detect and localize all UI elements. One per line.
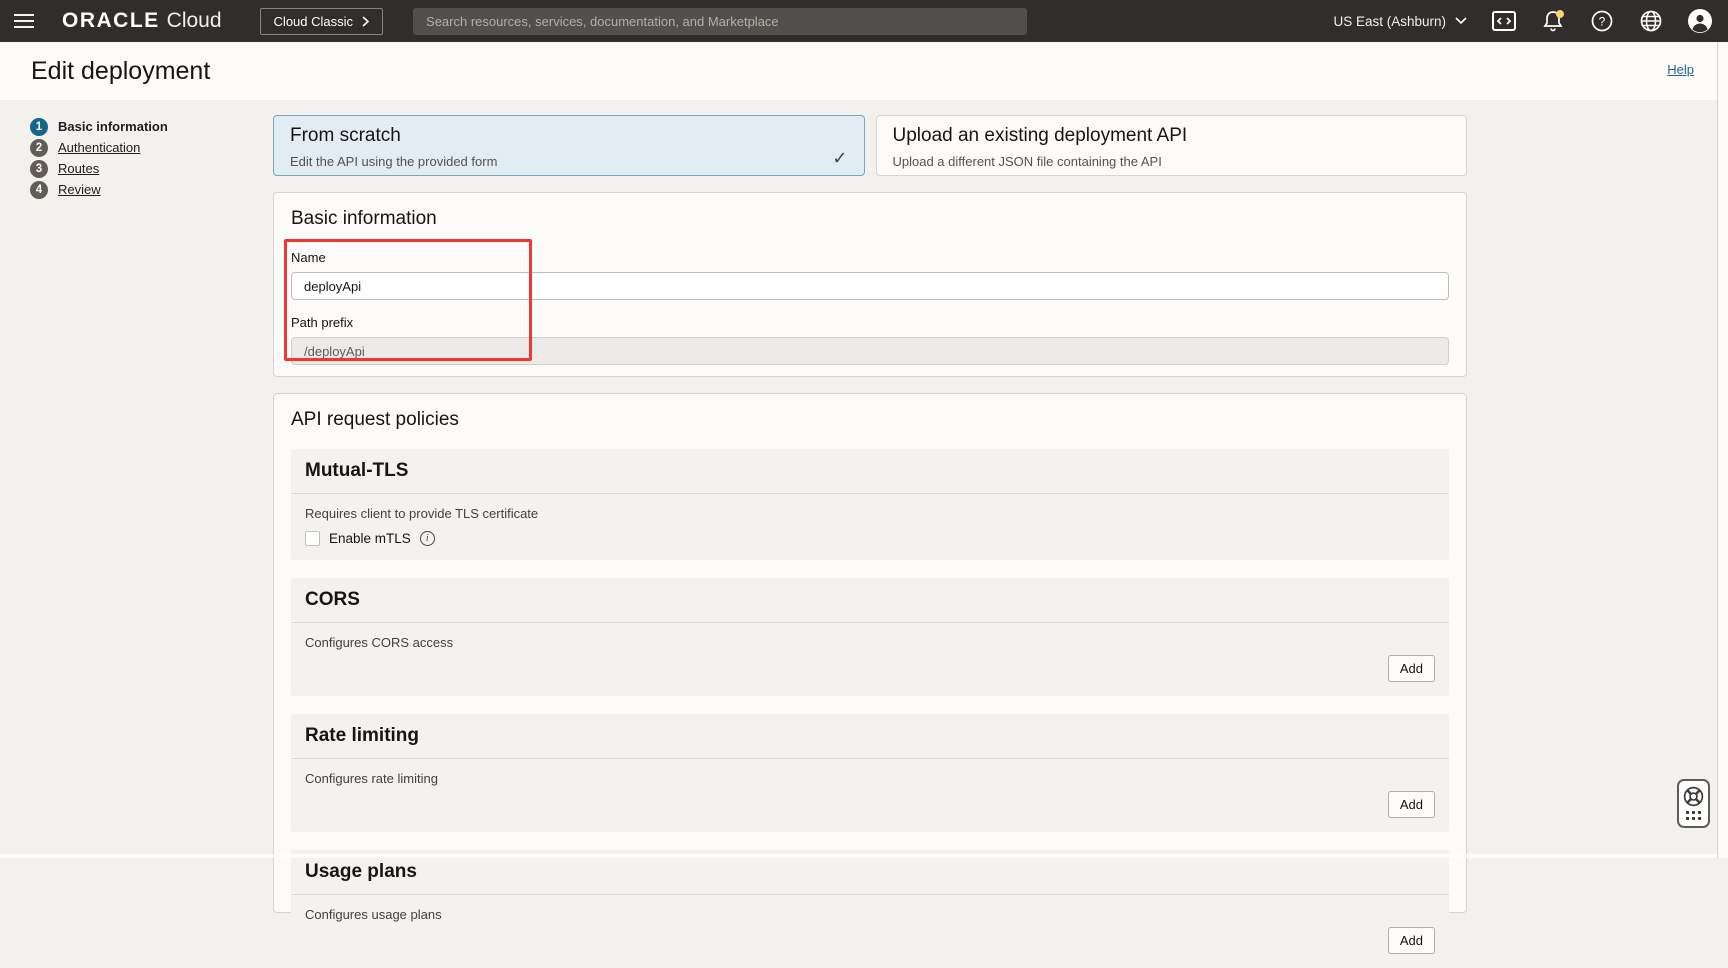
usage-plans-title: Usage plans bbox=[305, 861, 417, 882]
basic-information-card: Basic information Name Path prefix bbox=[273, 192, 1467, 377]
enable-mtls-label: Enable mTLS bbox=[329, 531, 411, 546]
source-options: From scratch Edit the API using the prov… bbox=[273, 115, 1467, 176]
name-label: Name bbox=[291, 250, 1449, 265]
brand-oracle: ORACLE bbox=[62, 9, 160, 33]
rate-limiting-add-button[interactable]: Add bbox=[1388, 791, 1435, 818]
usage-plans-add-button[interactable]: Add bbox=[1388, 927, 1435, 954]
api-request-policies-card: API request policies Mutual-TLS Requires… bbox=[273, 393, 1467, 913]
cors-description: Configures CORS access bbox=[305, 635, 1435, 650]
support-widget-button[interactable] bbox=[1677, 779, 1710, 828]
step-number: 1 bbox=[30, 118, 48, 136]
step-number: 3 bbox=[30, 160, 48, 178]
cloud-classic-label: Cloud Classic bbox=[274, 14, 353, 29]
notifications-bell-icon[interactable] bbox=[1541, 9, 1565, 33]
brand-cloud: Cloud bbox=[167, 9, 222, 33]
dots-grid-icon bbox=[1686, 811, 1702, 821]
basic-information-title: Basic information bbox=[291, 208, 1449, 230]
step-label: Routes bbox=[58, 161, 99, 176]
step-review[interactable]: 4 Review bbox=[30, 179, 168, 200]
rate-limiting-section: Rate limiting Configures rate limiting A… bbox=[291, 714, 1449, 832]
mutual-tls-title: Mutual-TLS bbox=[305, 460, 408, 481]
mutual-tls-section: Mutual-TLS Requires client to provide TL… bbox=[291, 449, 1449, 560]
global-search bbox=[413, 8, 1027, 35]
usage-plans-description: Configures usage plans bbox=[305, 907, 1435, 922]
option-from-scratch[interactable]: From scratch Edit the API using the prov… bbox=[273, 115, 865, 176]
chevron-right-icon bbox=[362, 16, 369, 27]
page-header: Edit deployment Help bbox=[0, 42, 1728, 100]
name-input[interactable] bbox=[291, 272, 1449, 300]
path-prefix-input bbox=[291, 337, 1449, 365]
page-title: Edit deployment bbox=[31, 57, 210, 86]
wizard-steps: 1 Basic information 2 Authentication 3 R… bbox=[30, 116, 168, 200]
oracle-cloud-logo: ORACLE Cloud bbox=[62, 9, 222, 33]
selected-check-icon: ✓ bbox=[832, 148, 847, 169]
vertical-scrollbar[interactable] bbox=[1717, 42, 1728, 858]
option-title: From scratch bbox=[290, 125, 848, 147]
cors-add-button[interactable]: Add bbox=[1388, 655, 1435, 682]
option-upload-existing-api[interactable]: Upload an existing deployment API Upload… bbox=[876, 115, 1468, 176]
profile-avatar-icon[interactable] bbox=[1688, 9, 1712, 33]
option-title: Upload an existing deployment API bbox=[893, 125, 1451, 147]
globe-icon[interactable] bbox=[1639, 9, 1663, 33]
step-label: Review bbox=[58, 182, 101, 197]
step-number: 2 bbox=[30, 139, 48, 157]
step-label: Authentication bbox=[58, 140, 140, 155]
cli-console-icon[interactable] bbox=[1492, 9, 1516, 33]
mutual-tls-description: Requires client to provide TLS certifica… bbox=[305, 506, 1435, 521]
main-content: From scratch Edit the API using the prov… bbox=[273, 115, 1467, 913]
step-routes[interactable]: 3 Routes bbox=[30, 158, 168, 179]
hamburger-menu-icon[interactable] bbox=[14, 9, 38, 33]
help-link[interactable]: Help bbox=[1667, 62, 1694, 77]
rate-limiting-description: Configures rate limiting bbox=[305, 771, 1435, 786]
cors-title: CORS bbox=[305, 589, 360, 610]
enable-mtls-row: Enable mTLS i bbox=[305, 531, 1435, 546]
path-prefix-label: Path prefix bbox=[291, 315, 1449, 330]
step-basic-information[interactable]: 1 Basic information bbox=[30, 116, 168, 137]
svg-text:?: ? bbox=[1599, 15, 1606, 29]
cloud-classic-button[interactable]: Cloud Classic bbox=[260, 8, 383, 35]
notification-dot bbox=[1556, 10, 1564, 18]
step-authentication[interactable]: 2 Authentication bbox=[30, 137, 168, 158]
enable-mtls-checkbox[interactable] bbox=[305, 531, 320, 546]
api-request-policies-title: API request policies bbox=[291, 409, 1449, 431]
bottom-strip bbox=[0, 854, 1717, 858]
lifering-icon bbox=[1683, 786, 1704, 807]
rate-limiting-title: Rate limiting bbox=[305, 725, 419, 746]
region-selector[interactable]: US East (Ashburn) bbox=[1333, 14, 1467, 29]
chevron-down-icon bbox=[1455, 17, 1467, 25]
option-description: Upload a different JSON file containing … bbox=[893, 154, 1451, 169]
step-label: Basic information bbox=[58, 119, 168, 134]
cors-section: CORS Configures CORS access Add bbox=[291, 578, 1449, 696]
help-circle-icon[interactable]: ? bbox=[1590, 9, 1614, 33]
search-input[interactable] bbox=[413, 8, 1027, 35]
region-label: US East (Ashburn) bbox=[1333, 14, 1446, 29]
info-icon[interactable]: i bbox=[420, 531, 435, 546]
topbar: ORACLE Cloud Cloud Classic US East (Ashb… bbox=[0, 0, 1728, 42]
usage-plans-section: Usage plans Configures usage plans Add bbox=[291, 850, 1449, 968]
step-number: 4 bbox=[30, 181, 48, 199]
topbar-right: US East (Ashburn) ? bbox=[1333, 9, 1712, 33]
option-description: Edit the API using the provided form bbox=[290, 154, 848, 169]
